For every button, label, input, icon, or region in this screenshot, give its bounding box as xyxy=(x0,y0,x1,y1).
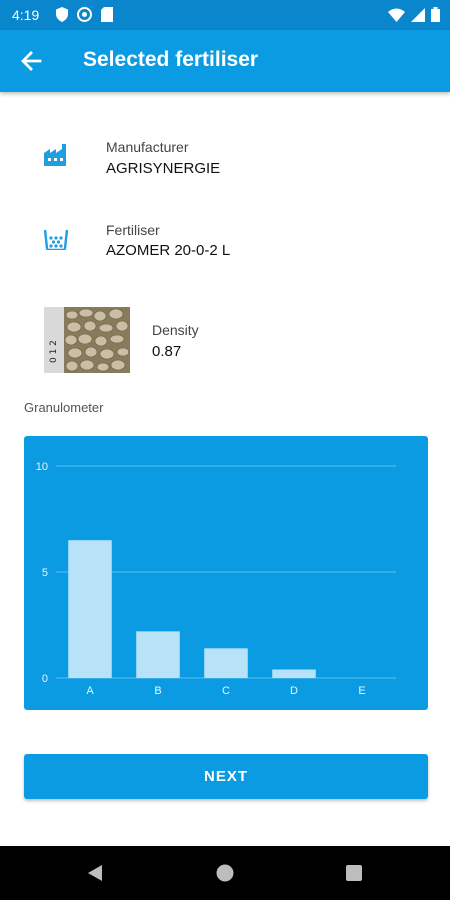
x-tick-label: D xyxy=(290,685,298,697)
signal-icon xyxy=(411,7,425,22)
status-bar: 4:19 xyxy=(0,0,450,30)
y-tick-label: 10 xyxy=(36,461,48,473)
sd-card-icon xyxy=(101,7,113,22)
manufacturer-value: AGRISYNERGIE xyxy=(106,160,221,177)
at-icon xyxy=(77,7,92,22)
home-nav-icon[interactable] xyxy=(216,864,234,882)
granules-photo: 0 1 2 xyxy=(44,307,130,373)
navigation-bar xyxy=(0,846,450,900)
manufacturer-label: Manufacturer xyxy=(106,139,189,155)
fertiliser-row: Fertiliser AZOMER 20-0-2 L xyxy=(0,212,450,272)
fertiliser-label: Fertiliser xyxy=(106,222,160,238)
status-time: 4:19 xyxy=(12,7,40,23)
density-value: 0.87 xyxy=(152,343,182,360)
bar-a xyxy=(68,540,112,678)
fertiliser-value: AZOMER 20-0-2 L xyxy=(106,242,231,259)
bar-b xyxy=(136,631,180,678)
density-label: Density xyxy=(152,322,199,338)
granulometer-chart: 0 5 10 A B C D E xyxy=(36,461,396,697)
manufacturer-row: Manufacturer AGRISYNERGIE xyxy=(0,130,450,190)
shield-icon xyxy=(56,7,68,22)
wifi-icon xyxy=(388,8,405,22)
density-row: 0 1 2 Density 0.87 xyxy=(0,306,450,374)
status-icons-right xyxy=(388,7,440,22)
x-tick-label: E xyxy=(358,685,365,697)
page-title: Selected fertiliser xyxy=(83,48,259,71)
granulometer-chart-card: 0 5 10 A B C D E xyxy=(24,436,428,710)
app-bar: Selected fertiliser xyxy=(0,30,450,92)
x-tick-label: C xyxy=(222,685,230,697)
x-tick-label: A xyxy=(86,685,94,697)
bar-c xyxy=(204,648,248,678)
battery-icon xyxy=(431,7,440,22)
y-tick-label: 5 xyxy=(42,567,48,579)
back-button[interactable] xyxy=(18,47,48,75)
x-tick-label: B xyxy=(154,685,161,697)
status-icons-left xyxy=(56,7,113,22)
arrow-left-icon xyxy=(21,51,42,71)
bar-d xyxy=(272,669,316,678)
next-button[interactable]: NEXT xyxy=(24,754,428,799)
recents-nav-icon[interactable] xyxy=(346,865,362,881)
fertiliser-bucket-icon xyxy=(44,229,68,250)
factory-icon xyxy=(44,144,66,166)
ruler-text: 0 1 2 xyxy=(49,340,59,363)
y-tick-label: 0 xyxy=(42,673,48,685)
back-nav-icon[interactable] xyxy=(86,864,104,882)
granulometer-label: Granulometer xyxy=(24,400,104,415)
